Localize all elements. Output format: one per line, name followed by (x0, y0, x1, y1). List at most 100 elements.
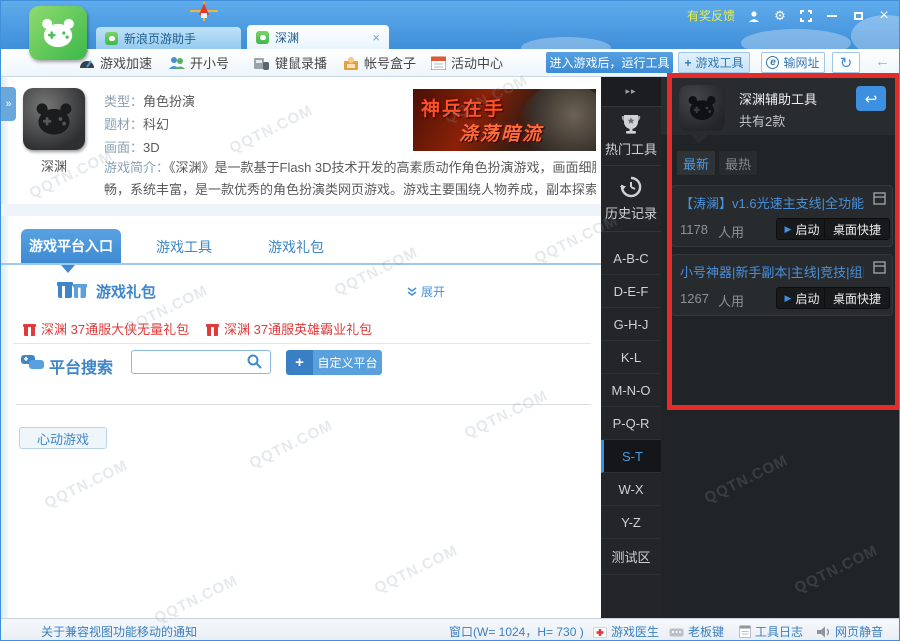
tab-game[interactable]: 深渊 × (247, 25, 389, 49)
keyboard-mouse-icon (254, 56, 270, 70)
gift-icon (23, 322, 36, 336)
gift-link-label: 深渊 37通服英雄霸业礼包 (224, 319, 372, 338)
panel-tab-newest[interactable]: 最新 (677, 151, 715, 175)
tool-card-1: 【涛澜】v1.6光速主支线|全功能辅助... 1178 人用 ▶ 启动 桌面快捷 (671, 185, 893, 247)
gift-link-1[interactable]: 深渊 37通服大侠无量礼包 (23, 319, 189, 338)
game-field-type: 类型：角色扮演 (104, 91, 195, 110)
two-users-icon (169, 56, 185, 70)
browser-e-icon: e (766, 56, 779, 69)
tab-home[interactable]: 新浪页游助手 (96, 27, 241, 49)
tool-card-2: 小号神器|新手副本|主线|竞技|组队副本 1267 人用 ▶ 启动 桌面快捷 (671, 254, 893, 316)
expand-label: 展开 (421, 283, 445, 300)
platform-button-xindong[interactable]: 心动游戏 (19, 427, 107, 449)
compat-notice-link[interactable]: 关于兼容视图功能移动的通知 (41, 623, 197, 640)
desktop-shortcut-button[interactable]: 桌面快捷 (824, 218, 890, 240)
game-field-graphics: 画面：3D (104, 137, 160, 156)
user-icon[interactable] (747, 9, 761, 23)
panel-tab-hottest[interactable]: 最热 (719, 151, 757, 175)
sidebar-item-abc[interactable]: A-B-C (601, 242, 661, 275)
toolbar-item-account-box[interactable]: 帐号盒子 (343, 53, 416, 72)
launch-button[interactable]: ▶ 启动 (776, 287, 828, 309)
sidebar-item-history[interactable]: 历史记录 (601, 166, 661, 232)
divider (13, 343, 591, 344)
toolbar-item-alt-account[interactable]: 开小号 (169, 53, 229, 72)
plus-icon: + (286, 350, 313, 375)
app-logo[interactable] (29, 6, 87, 60)
play-icon: ▶ (785, 224, 792, 235)
gift-link-2[interactable]: 深渊 37通服英雄霸业礼包 (206, 319, 372, 338)
back-arrow-icon[interactable]: ← (875, 53, 890, 70)
status-item-label: 网页静音 (835, 623, 883, 640)
gamepads-icon (21, 353, 45, 371)
play-icon: ▶ (785, 293, 792, 304)
detail-icon[interactable] (873, 192, 886, 205)
minimize-icon[interactable] (825, 9, 839, 23)
tab-platform-entry[interactable]: 游戏平台入口 (21, 229, 121, 263)
keyboard-icon (669, 626, 684, 637)
toolbar-item-label: 帐号盒子 (364, 53, 416, 72)
tab-game-gifts[interactable]: 游戏礼包 (268, 237, 324, 257)
panel-notch (691, 135, 707, 152)
tab-game-tools[interactable]: 游戏工具 (156, 237, 212, 257)
status-item-label: 游戏医生 (611, 623, 659, 640)
custom-platform-button[interactable]: + 自定义平台 (286, 350, 382, 375)
tool-log-item[interactable]: 工具日志 (739, 623, 803, 640)
trophy-icon (620, 114, 642, 134)
run-tool-button[interactable]: 进入游戏后，运行工具 (546, 52, 673, 73)
game-tools-button[interactable]: + 游戏工具 (678, 52, 750, 73)
close-icon[interactable]: × (877, 9, 891, 23)
toolbar-item-speedup[interactable]: 游戏加速 (79, 53, 152, 72)
sidebar-item-st-active[interactable]: S-T (601, 440, 661, 473)
refresh-button[interactable]: ↻ (832, 52, 860, 73)
panel-title: 深渊辅助工具 (739, 89, 817, 108)
sidebar-item-yz[interactable]: Y-Z (601, 506, 661, 539)
game-doctor-item[interactable]: 游戏医生 (593, 623, 659, 640)
expand-gifts-link[interactable]: 展开 (407, 283, 445, 300)
sidebar-item-def[interactable]: D-E-F (601, 275, 661, 308)
game-description-line1: 游戏简介：《深渊》是一款基于Flash 3D技术开发的高素质动作角色扮演游戏，画… (104, 157, 596, 179)
launch-label: 启动 (795, 221, 819, 238)
toolbar-item-activity-center[interactable]: 活动中心 (431, 53, 503, 72)
expand-panel-button[interactable]: » (1, 87, 16, 121)
desktop-shortcut-button[interactable]: 桌面快捷 (824, 287, 890, 309)
search-icon[interactable] (247, 354, 262, 369)
app-window: 有奖反馈 ⚙ × 新浪页游助手 深渊 × (0, 0, 900, 641)
gear-icon[interactable]: ⚙ (773, 9, 787, 23)
logo-arrow-icon[interactable]: › (85, 45, 89, 57)
tool-title-link[interactable]: 小号神器|新手副本|主线|竞技|组队副本 (680, 262, 864, 281)
sidebar-item-pqr[interactable]: P-Q-R (601, 407, 661, 440)
game-tools-label: 游戏工具 (696, 54, 744, 71)
fullscreen-icon[interactable] (799, 9, 813, 23)
boss-key-item[interactable]: 老板键 (669, 623, 724, 640)
promo-banner[interactable]: 神兵在手 涤荡暗流 (413, 89, 596, 151)
gift-boxes-icon (57, 278, 89, 300)
sidebar-item-kl[interactable]: K-L (601, 341, 661, 374)
toolbar-item-label: 活动中心 (451, 53, 503, 72)
sidebar-item-wx[interactable]: W-X (601, 473, 661, 506)
sidebar-item-label: 热门工具 (605, 139, 657, 158)
sidebar-item-hot-tools[interactable]: 热门工具 (601, 107, 661, 166)
maximize-icon[interactable] (851, 9, 865, 23)
custom-platform-label: 自定义平台 (313, 350, 382, 375)
sidebar-item-test-zone[interactable]: 测试区 (601, 539, 661, 575)
collapse-sidebar-button[interactable]: ▸▸ (601, 77, 661, 107)
speaker-icon (817, 626, 831, 638)
plus-icon: + (684, 56, 691, 70)
detail-icon[interactable] (873, 261, 886, 274)
launch-button[interactable]: ▶ 启动 (776, 218, 828, 240)
sidebar-item-ghj[interactable]: G-H-J (601, 308, 661, 341)
enter-url-button[interactable]: e 输网址 (761, 52, 825, 73)
page-mute-item[interactable]: 网页静音 (817, 623, 883, 640)
feedback-link[interactable]: 有奖反馈 (687, 7, 735, 24)
account-box-icon (343, 56, 359, 70)
panel-back-button[interactable]: ↩ (856, 86, 886, 111)
notepad-icon (739, 625, 751, 638)
tab-close-icon[interactable]: × (372, 30, 380, 45)
toolbar-item-macro-record[interactable]: 键鼠录播 (254, 53, 327, 72)
panel-count: 共有2款 (739, 111, 785, 130)
tool-title-link[interactable]: 【涛澜】v1.6光速主支线|全功能辅助... (680, 193, 864, 212)
title-bar: 有奖反馈 ⚙ × 新浪页游助手 深渊 × (1, 1, 900, 49)
divider (16, 404, 591, 405)
game-field-theme: 题材：科幻 (104, 114, 169, 133)
sidebar-item-mno[interactable]: M-N-O (601, 374, 661, 407)
